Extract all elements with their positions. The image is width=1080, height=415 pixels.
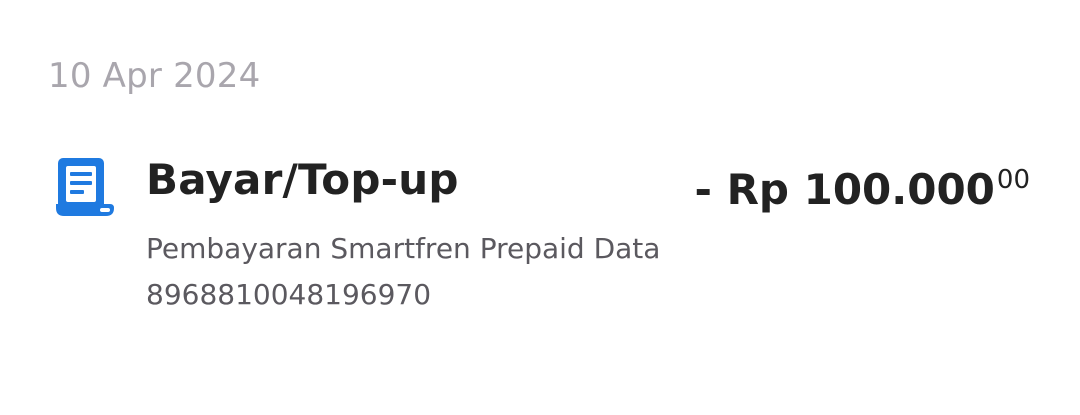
transaction-title: Bayar/Top-up — [146, 155, 459, 204]
date-header: 10 Apr 2024 — [48, 56, 261, 96]
description-line-1: Pembayaran Smartfren Prepaid Data — [146, 232, 661, 265]
transaction-description: Pembayaran Smartfren Prepaid Data 896881… — [146, 226, 1026, 318]
transaction-amount: - Rp 100.00000 — [695, 152, 1030, 218]
transaction-row[interactable]: Bayar/Top-up - Rp 100.00000 Pembayaran S… — [0, 140, 1080, 320]
amount-cents: 00 — [996, 165, 1030, 195]
receipt-icon — [52, 154, 116, 218]
amount-main: - Rp 100.000 — [694, 165, 995, 214]
description-line-2: 8968810048196970 — [146, 278, 432, 311]
